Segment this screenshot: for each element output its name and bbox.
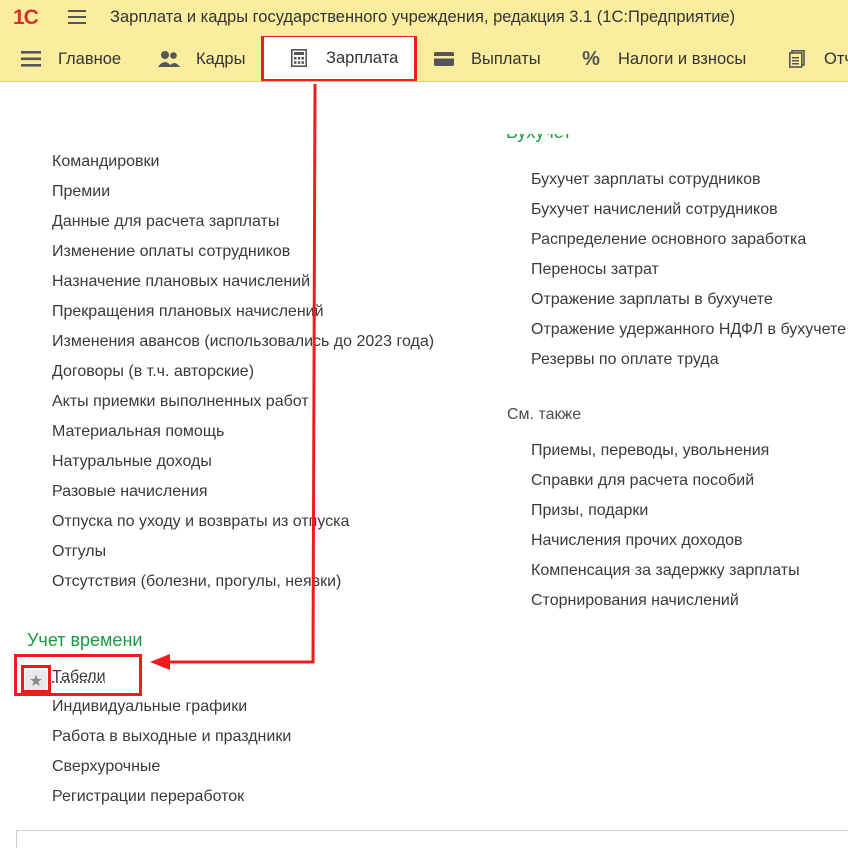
calculator-icon [288,47,310,69]
link-ndfl-reflection[interactable]: Отражение удержанного НДФЛ в бухучете [531,320,846,340]
nav-item-taxes[interactable]: % Налоги и взносы [580,36,747,81]
group-title-time-tracking: Учет времени [27,630,143,650]
nav-item-reports[interactable]: Отч [786,36,848,81]
link-absences[interactable]: Отсутствия (болезни, прогулы, неявки) [52,572,341,592]
link-in-kind-income[interactable]: Натуральные доходы [52,452,212,472]
nav-item-hr[interactable]: Кадры [158,36,246,81]
link-pay-changes[interactable]: Изменение оплаты сотрудников [52,242,290,262]
link-planned-accruals[interactable]: Назначение плановых начислений [52,272,310,292]
percent-icon: % [582,47,600,70]
link-prizes-gifts[interactable]: Призы, подарки [531,501,648,521]
people-icon [158,48,180,70]
title-bar: 1С Зарплата и кадры государственного учр… [0,0,848,36]
nav-item-salary[interactable]: Зарплата [261,36,417,81]
nav-item-label: Налоги и взносы [618,49,747,68]
link-business-trips[interactable]: Командировки [52,152,159,172]
link-overwork-registration[interactable]: Регистрации переработок [52,787,244,807]
link-other-income[interactable]: Начисления прочих доходов [531,531,742,551]
link-individual-schedules[interactable]: Индивидуальные графики [52,697,247,717]
link-salary-accounting[interactable]: Бухучет зарплаты сотрудников [531,170,761,190]
link-overtime[interactable]: Сверхурочные [52,757,160,777]
link-time-off[interactable]: Отгулы [52,542,106,562]
panel-bottom-border [16,830,848,831]
app-title: Зарплата и кадры государственного учрежд… [110,8,736,26]
link-weekend-work[interactable]: Работа в выходные и праздники [52,727,291,747]
app-logo: 1С [13,6,39,29]
link-parental-leave[interactable]: Отпуска по уходу и возвраты из отпуска [52,512,349,532]
see-also-title: См. также [507,406,582,423]
link-bonuses[interactable]: Премии [52,182,110,202]
link-acceptance-acts[interactable]: Акты приемки выполненных работ [52,392,309,412]
nav-item-label: Кадры [196,49,246,68]
star-highlight-box [21,665,51,693]
link-hires-transfers[interactable]: Приемы, переводы, увольнения [531,441,769,461]
nav-item-payments[interactable]: Выплаты [433,36,541,81]
group-title-clip: Бухучет [506,134,846,150]
nav-item-label: Главное [58,49,122,68]
section-content: Командировки Премии Данные для расчета з… [0,82,848,848]
nav-item-main[interactable]: Главное [20,36,122,81]
panel-left-border [16,830,17,848]
nav-item-label: Выплаты [471,49,541,68]
link-labor-reserves[interactable]: Резервы по оплате труда [531,350,719,370]
link-salary-reflection[interactable]: Отражение зарплаты в бухучете [531,290,773,310]
link-accrual-accounting[interactable]: Бухучет начислений сотрудников [531,200,778,220]
link-earnings-distribution[interactable]: Распределение основного заработка [531,230,806,250]
wallet-icon [433,48,455,70]
nav-item-label: Отч [824,49,848,68]
link-benefit-certificates[interactable]: Справки для расчета пособий [531,471,754,491]
link-one-time-accruals[interactable]: Разовые начисления [52,482,208,502]
list-icon [20,48,42,70]
nav-item-label: Зарплата [326,48,399,67]
link-advance-changes[interactable]: Изменения авансов (использовались до 202… [52,332,434,352]
link-delay-compensation[interactable]: Компенсация за задержку зарплаты [531,561,800,581]
main-menu-icon[interactable] [68,10,86,26]
reports-icon [786,48,808,70]
group-title-accounting: Бухучет [506,134,571,143]
link-salary-data[interactable]: Данные для расчета зарплаты [52,212,279,232]
link-contracts[interactable]: Договоры (в т.ч. авторские) [52,362,254,382]
link-financial-aid[interactable]: Материальная помощь [52,422,224,442]
link-reversals[interactable]: Сторнирования начислений [531,591,739,611]
link-cost-transfers[interactable]: Переносы затрат [531,260,659,280]
link-stop-planned-accruals[interactable]: Прекращения плановых начислений [52,302,324,322]
section-panel: Главное Кадры Зарплата Выплаты % Налоги … [0,36,848,82]
